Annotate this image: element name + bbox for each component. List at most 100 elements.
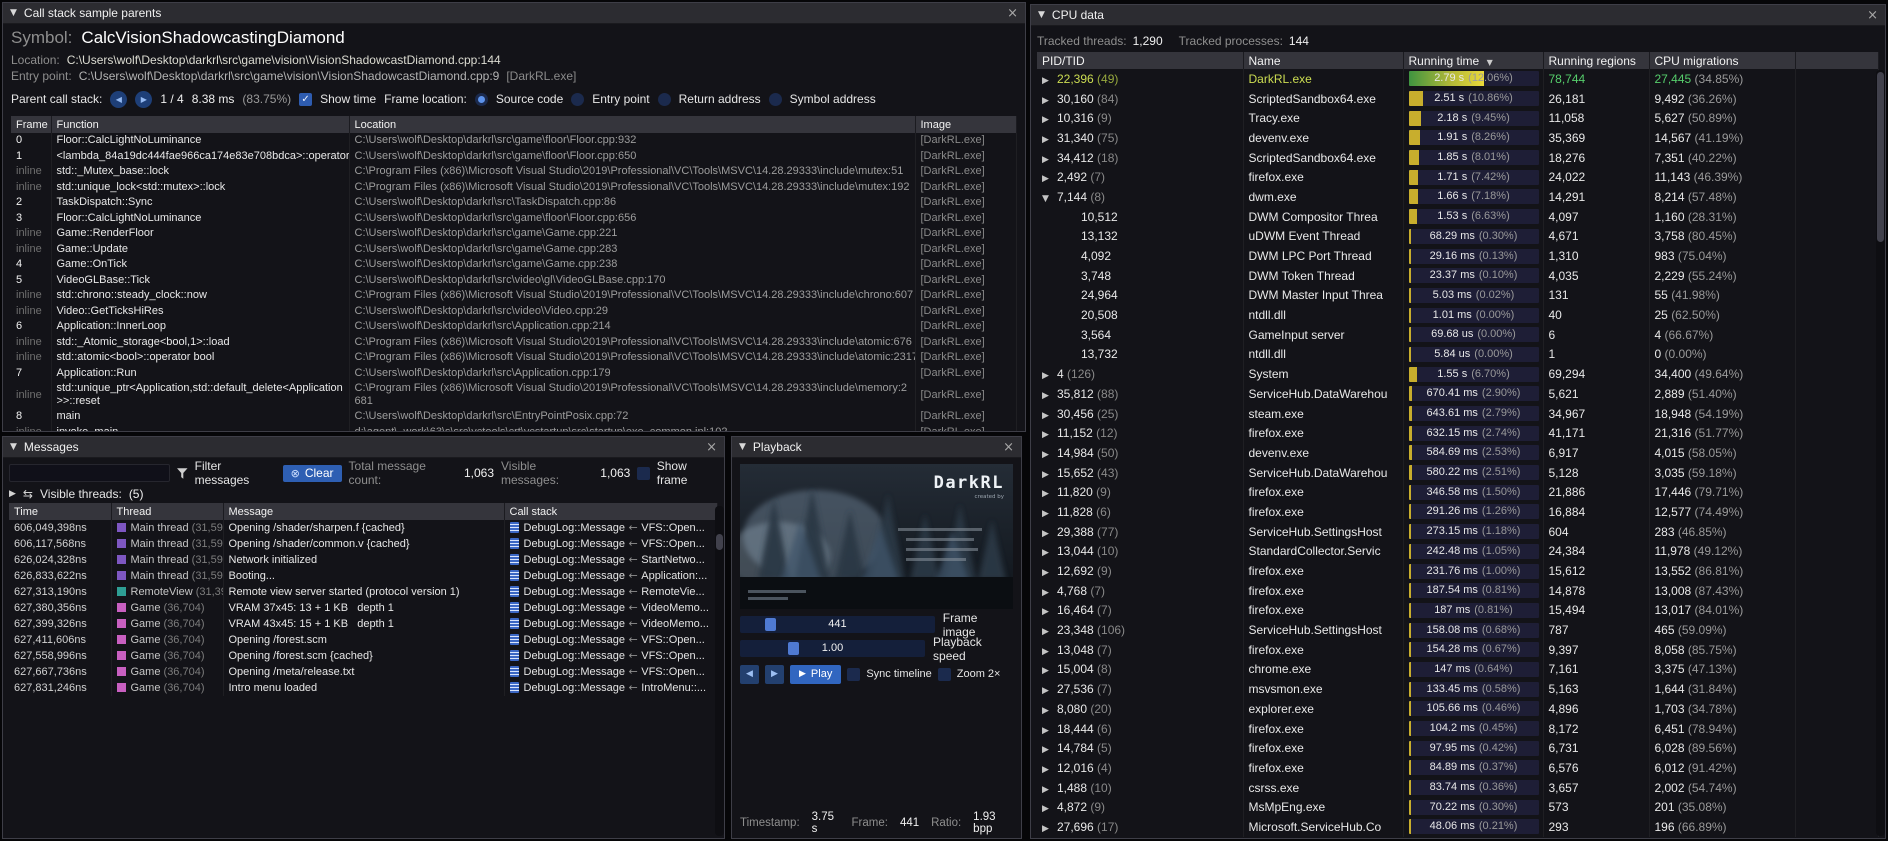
clear-button[interactable]: ⊗ Clear: [283, 465, 342, 482]
filter-messages-label[interactable]: Filter messages: [195, 459, 276, 487]
cpu-process-row[interactable]: 13,132uDWM Event Thread68.29 ms (0.30%)4…: [1037, 227, 1879, 247]
cpu-process-row[interactable]: 24,964DWM Master Input Threa5.03 ms (0.0…: [1037, 286, 1879, 306]
callstack-frame-row[interactable]: inlinestd::_Mutex_base::lockC:\Program F…: [11, 164, 1017, 180]
expand-arrow-icon[interactable]: ▶: [1042, 686, 1057, 696]
message-filter-input[interactable]: [9, 464, 170, 482]
message-row[interactable]: 627,667,736nsGame (36,704)Opening /meta/…: [9, 664, 718, 680]
expand-arrow-icon[interactable]: ▶: [1042, 588, 1057, 598]
cpu-scrollbar[interactable]: [1876, 70, 1885, 836]
cpu-process-row[interactable]: ▶10,316 (9)Tracy.exe2.18 s (9.45%)11,058…: [1037, 108, 1879, 128]
expand-arrow-icon[interactable]: ▶: [1042, 76, 1057, 86]
cpu-process-row[interactable]: ▶14,984 (50)devenv.exe584.69 ms (2.53%)6…: [1037, 443, 1879, 463]
callstack-frame-row[interactable]: 4Game::OnTickC:\Users\wolf\Desktop\darkr…: [11, 257, 1017, 273]
column-header-running-time[interactable]: Running time ▼: [1403, 52, 1543, 69]
cpu-process-row[interactable]: ▼7,144 (8)dwm.exe1.66 s (7.18%)14,2918,2…: [1037, 187, 1879, 207]
cpu-process-row[interactable]: ▶13,048 (7)firefox.exe154.28 ms (0.67%)9…: [1037, 640, 1879, 660]
cpu-process-row[interactable]: ▶4 (126)System1.55 s (6.70%)69,29434,400…: [1037, 364, 1879, 384]
message-row[interactable]: 606,117,568nsMain thread (31,596)Opening…: [9, 536, 718, 552]
cpu-process-row[interactable]: ▶14,784 (5)firefox.exe97.95 ms (0.42%)6,…: [1037, 738, 1879, 758]
cpu-process-row[interactable]: ▶2,492 (7)firefox.exe1.71 s (7.42%)24,02…: [1037, 167, 1879, 187]
cpu-process-row[interactable]: 10,512DWM Compositor Threa1.53 s (6.63%)…: [1037, 207, 1879, 227]
cpu-process-row[interactable]: 3,748DWM Token Thread23.37 ms (0.10%)4,0…: [1037, 266, 1879, 286]
prev-parent-button[interactable]: ◀: [110, 91, 127, 108]
column-header-running-regions[interactable]: Running regions: [1543, 52, 1649, 69]
expand-arrow-icon[interactable]: ▶: [1042, 371, 1057, 381]
expand-arrow-icon[interactable]: ▶: [1042, 824, 1057, 834]
cpu-process-row[interactable]: ▶15,004 (8)chrome.exe147 ms (0.64%)7,161…: [1037, 660, 1879, 680]
expand-arrow-icon[interactable]: ▶: [1042, 96, 1057, 106]
prev-frame-button[interactable]: ◀: [740, 665, 759, 684]
column-header-thread[interactable]: Thread: [111, 503, 223, 520]
cpu-process-row[interactable]: ▶16,464 (7)firefox.exe187 ms (0.81%)15,4…: [1037, 601, 1879, 621]
expand-arrow-icon[interactable]: ▶: [1042, 135, 1057, 145]
cpu-process-row[interactable]: ▶27,536 (7)msvsmon.exe133.45 ms (0.58%)5…: [1037, 679, 1879, 699]
callstack-frame-row[interactable]: inlineGame::UpdateC:\Users\wolf\Desktop\…: [11, 242, 1017, 258]
next-frame-button[interactable]: ▶: [765, 665, 784, 684]
expand-arrow-icon[interactable]: ▶: [1042, 607, 1057, 617]
zoom-2x-checkbox[interactable]: [938, 668, 951, 681]
cpu-process-row[interactable]: ▶11,152 (12)firefox.exe632.15 ms (2.74%)…: [1037, 423, 1879, 443]
radio-source-code[interactable]: [475, 93, 488, 106]
messages-scrollbar[interactable]: [715, 506, 724, 836]
message-row[interactable]: 627,558,996nsGame (36,704)Opening /fores…: [9, 648, 718, 664]
cpu-process-row[interactable]: 13,732ntdll.dll5.84 us (0.00%)10 (0.00%): [1037, 345, 1879, 365]
expand-arrow-icon[interactable]: ▶: [1042, 529, 1057, 539]
close-icon[interactable]: ×: [1867, 9, 1878, 22]
column-header-cpu-migrations[interactable]: CPU migrations: [1649, 52, 1795, 69]
cpu-process-row[interactable]: ▶35,812 (88)ServiceHub.DataWarehou670.41…: [1037, 384, 1879, 404]
expand-arrow-icon[interactable]: ▶: [1042, 411, 1057, 421]
scrollbar-thumb[interactable]: [716, 534, 723, 550]
close-icon[interactable]: ×: [1007, 7, 1018, 20]
expand-arrow-icon[interactable]: ▶: [1042, 706, 1057, 716]
cpu-process-row[interactable]: ▶29,388 (77)ServiceHub.SettingsHost273.1…: [1037, 522, 1879, 542]
expand-arrow-icon[interactable]: ▶: [1042, 765, 1057, 775]
cpu-titlebar[interactable]: ▼ CPU data ×: [1031, 5, 1885, 26]
cpu-process-row[interactable]: ▶34,412 (18)ScriptedSandbox64.exe1.85 s …: [1037, 148, 1879, 168]
callstack-frame-row[interactable]: 1<lambda_84a19dc444fae966ca174e83e708bdc…: [11, 149, 1017, 165]
expand-arrow-icon[interactable]: ▶: [1042, 115, 1057, 125]
message-row[interactable]: 627,411,606nsGame (36,704)Opening /fores…: [9, 632, 718, 648]
callstack-frame-row[interactable]: inlinestd::atomic<bool>::operator boolC:…: [11, 350, 1017, 366]
expand-arrow-icon[interactable]: ▶: [1042, 548, 1057, 558]
message-row[interactable]: 627,831,246nsGame (36,704)Intro menu loa…: [9, 680, 718, 696]
callstack-frame-row[interactable]: 5VideoGLBase::TickC:\Users\wolf\Desktop\…: [11, 273, 1017, 289]
callstack-frame-row[interactable]: inlinestd::_Atomic_storage<bool,1>::load…: [11, 335, 1017, 351]
collapse-icon[interactable]: ▼: [739, 442, 746, 452]
cpu-process-row[interactable]: 20,508ntdll.dll1.01 ms (0.00%)4025 (62.5…: [1037, 305, 1879, 325]
callstack-frame-row[interactable]: 7Application::RunC:\Users\wolf\Desktop\d…: [11, 366, 1017, 382]
expand-arrow-icon[interactable]: ▶: [1042, 174, 1057, 184]
column-header-time[interactable]: Time: [9, 503, 111, 520]
visible-threads-row[interactable]: ▶ ⇆ Visible threads: (5): [9, 485, 718, 503]
cpu-process-row[interactable]: ▶12,692 (9)firefox.exe231.76 ms (1.00%)1…: [1037, 561, 1879, 581]
cpu-process-row[interactable]: ▶11,828 (6)firefox.exe291.26 ms (1.26%)1…: [1037, 502, 1879, 522]
playback-speed-slider[interactable]: 1.00: [740, 640, 925, 657]
column-header-location[interactable]: Location: [349, 116, 915, 133]
column-header-image[interactable]: Image: [915, 116, 1017, 133]
cpu-process-row[interactable]: ▶12,016 (4)firefox.exe84.89 ms (0.37%)6,…: [1037, 758, 1879, 778]
radio-return-address[interactable]: [658, 93, 671, 106]
next-parent-button[interactable]: ▶: [135, 91, 152, 108]
cpu-process-row[interactable]: ▶11,820 (9)firefox.exe346.58 ms (1.50%)2…: [1037, 482, 1879, 502]
callstack-frame-row[interactable]: inlineGame::RenderFloorC:\Users\wolf\Des…: [11, 226, 1017, 242]
radio-symbol-address[interactable]: [769, 93, 782, 106]
cpu-process-row[interactable]: ▶23,348 (106)ServiceHub.SettingsHost158.…: [1037, 620, 1879, 640]
show-frame-checkbox[interactable]: [637, 467, 649, 480]
message-row[interactable]: 627,313,190nsRemoteView (31,392)Remote v…: [9, 584, 718, 600]
expand-arrow-icon[interactable]: ▶: [1042, 430, 1057, 440]
playback-titlebar[interactable]: ▼ Playback ×: [732, 437, 1021, 458]
cpu-process-row[interactable]: ▶31,340 (75)devenv.exe1.91 s (8.26%)35,3…: [1037, 128, 1879, 148]
callstack-frame-row[interactable]: inlinestd::unique_ptr<Application,std::d…: [11, 381, 1017, 409]
expand-arrow-icon[interactable]: ▶: [1042, 391, 1057, 401]
expand-arrow-icon[interactable]: ▶: [1042, 745, 1057, 755]
cpu-process-row[interactable]: ▶1,488 (10)csrss.exe83.74 ms (0.36%)3,65…: [1037, 778, 1879, 798]
expand-arrow-icon[interactable]: ▶: [1042, 568, 1057, 578]
cpu-process-row[interactable]: ▶4,768 (7)firefox.exe187.54 ms (0.81%)14…: [1037, 581, 1879, 601]
expand-arrow-icon[interactable]: ▶: [1042, 666, 1057, 676]
callstack-frame-row[interactable]: 2TaskDispatch::SyncC:\Users\wolf\Desktop…: [11, 195, 1017, 211]
collapse-icon[interactable]: ▼: [10, 442, 17, 452]
callstack-frame-row[interactable]: 3Floor::CalcLightNoLuminanceC:\Users\wol…: [11, 211, 1017, 227]
callstack-frame-row[interactable]: inlinestd::unique_lock<std::mutex>::lock…: [11, 180, 1017, 196]
cpu-process-row[interactable]: ▶27,696 (17)Microsoft.ServiceHub.Co48.06…: [1037, 817, 1879, 837]
cpu-process-row[interactable]: ▶4,872 (9)MsMpEng.exe70.22 ms (0.30%)573…: [1037, 797, 1879, 817]
message-row[interactable]: 606,049,398nsMain thread (31,596)Opening…: [9, 520, 718, 536]
